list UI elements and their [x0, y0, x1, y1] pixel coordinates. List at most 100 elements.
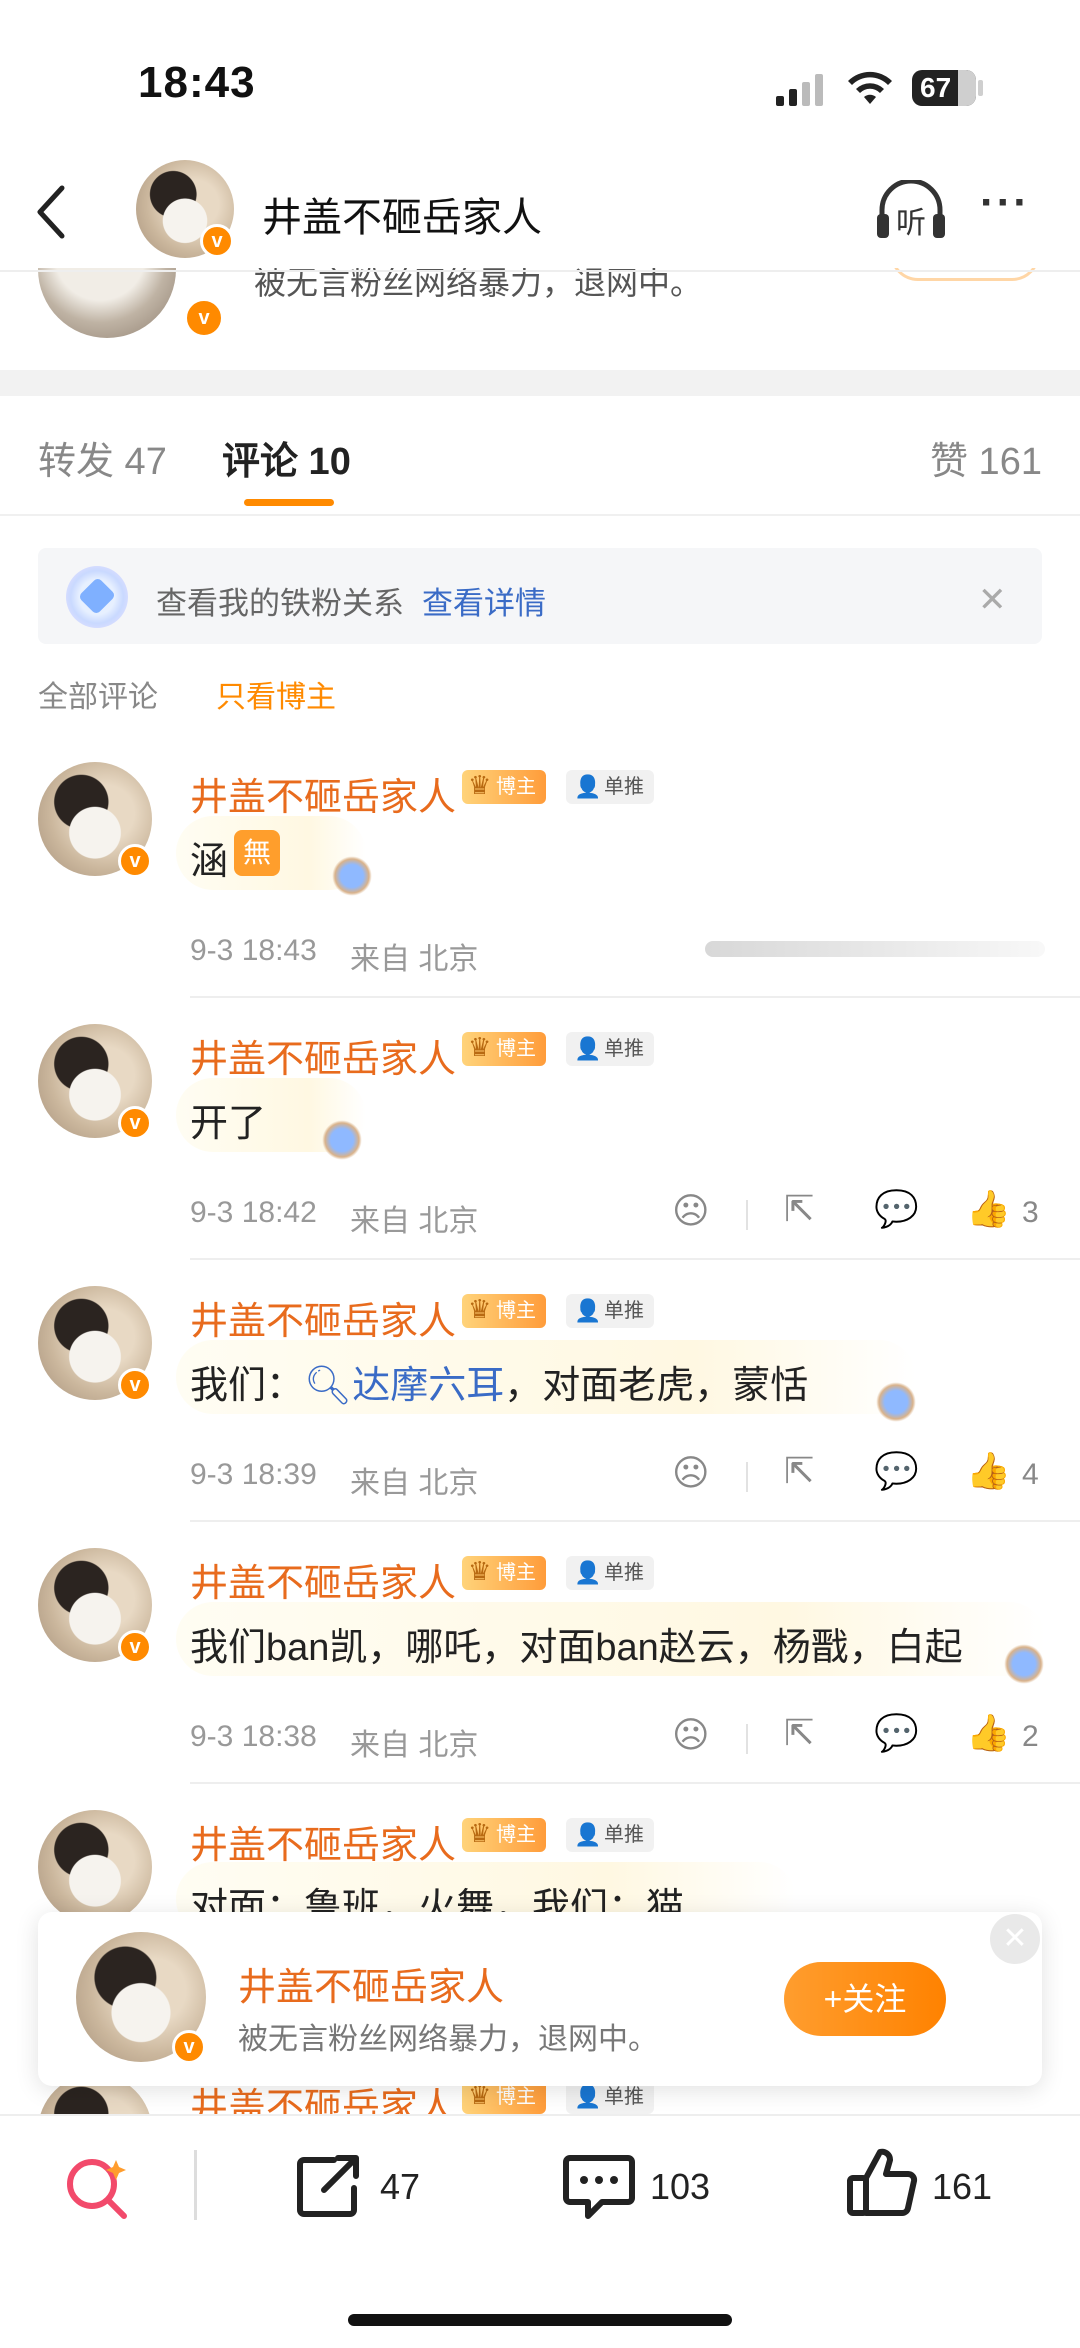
action-divider — [746, 1200, 748, 1230]
comment-count: 103 — [650, 2166, 711, 2207]
single-fan-tag: 单推 — [566, 1556, 654, 1590]
comment-text: 我们ban凯，哪吒，对面ban赵云，杨戬，白起 — [190, 1627, 963, 1669]
popup-author[interactable]: 井盖不砸岳家人 — [238, 1956, 504, 2011]
section-divider — [0, 370, 1080, 396]
sticker-icon — [322, 1120, 362, 1160]
comment-author[interactable]: 井盖不砸岳家人 — [190, 1290, 456, 1345]
comment-author[interactable]: 井盖不砸岳家人 — [190, 1814, 456, 1869]
comment-time: 9-3 18:43 — [190, 934, 317, 967]
comment-suffix: ，对面老虎，蒙恬 — [504, 1365, 809, 1407]
comment-text: 涵 — [190, 841, 229, 883]
like-icon[interactable] — [846, 2146, 918, 2220]
blogger-badge: 博主 — [462, 768, 546, 804]
like-icon[interactable]: 👍 — [966, 1188, 1011, 1230]
wifi-icon — [846, 70, 894, 108]
comment-avatar[interactable] — [38, 1810, 152, 1924]
tab-likes[interactable]: 赞 161 — [930, 430, 1042, 485]
blogger-badge: 博主 — [462, 1816, 546, 1852]
verified-badge-icon: v — [118, 1106, 152, 1140]
single-fan-tag: 单推 — [566, 770, 654, 804]
comment-location: 来自 北京 — [350, 943, 479, 976]
comment-author[interactable]: 井盖不砸岳家人 — [190, 1028, 456, 1083]
bottom-divider — [194, 2150, 197, 2220]
topic-link[interactable]: 达摩六耳 — [352, 1365, 504, 1407]
comment-author[interactable]: 井盖不砸岳家人 — [190, 1552, 456, 1607]
comment-location: 来自 北京 — [350, 1729, 479, 1762]
sticker-icon — [876, 1382, 916, 1422]
blogger-badge: 博主 — [462, 1030, 546, 1066]
verified-badge-icon: v — [172, 2030, 206, 2064]
single-fan-tag: 单推 — [566, 1294, 654, 1328]
dislike-icon[interactable]: ☹ — [672, 1714, 710, 1756]
like-icon[interactable]: 👍 — [966, 1450, 1011, 1492]
repost-count: 47 — [380, 2166, 421, 2207]
like-icon[interactable]: 👍 — [966, 1712, 1011, 1754]
share-icon[interactable]: ⇱ — [784, 1188, 814, 1230]
emoji-icon: 無 — [234, 830, 280, 876]
blogger-badge: 博主 — [462, 1292, 546, 1328]
tab-reposts[interactable]: 转发 47 — [38, 430, 167, 485]
popup-bio: 被无言粉丝网络暴力，退网中。 — [238, 2023, 658, 2056]
sticker-icon — [332, 856, 372, 896]
verified-badge-icon: v — [200, 224, 234, 258]
reply-icon[interactable]: 💬 — [874, 1450, 919, 1492]
filter-author-only[interactable]: 只看博主 — [216, 672, 336, 716]
verified-badge-icon: v — [118, 1630, 152, 1664]
follow-button[interactable]: +关注 — [784, 1962, 946, 2036]
verified-badge-icon: v — [118, 844, 152, 878]
back-button[interactable] — [30, 182, 74, 242]
like-count: 161 — [932, 2166, 993, 2207]
diamond-icon — [66, 566, 128, 628]
single-fan-tag: 单推 — [566, 1818, 654, 1852]
comment-time: 9-3 18:38 — [190, 1720, 317, 1753]
battery-tip — [978, 80, 983, 96]
blogger-badge: 博主 — [462, 1554, 546, 1590]
single-fan-tag: 单推 — [566, 1032, 654, 1066]
action-divider — [746, 1724, 748, 1754]
like-count: 2 — [1022, 1720, 1039, 1753]
dislike-icon[interactable]: ☹ — [672, 1190, 710, 1232]
comment-location: 来自 北京 — [350, 1467, 479, 1500]
comment-divider — [190, 1520, 1080, 1522]
close-icon[interactable]: ✕ — [990, 1914, 1040, 1964]
tabs-divider — [0, 514, 1080, 516]
search-icon[interactable] — [62, 2152, 134, 2224]
share-icon[interactable]: ⇱ — [784, 1450, 814, 1492]
comment-icon[interactable] — [562, 2152, 636, 2222]
comment-text: 我们：🔍︎达摩六耳，对面老虎，蒙恬 — [190, 1354, 808, 1409]
status-time: 18:43 — [138, 58, 256, 107]
verified-badge-icon: v — [118, 1368, 152, 1402]
comment-prefix: 我们： — [190, 1365, 305, 1407]
reply-icon[interactable]: 💬 — [874, 1188, 919, 1230]
comment-location: 来自 北京 — [350, 1205, 479, 1238]
like-count: 3 — [1022, 1196, 1039, 1229]
listen-label: 听 — [896, 207, 926, 240]
fan-details-link[interactable]: 查看详情 — [422, 578, 546, 623]
reply-icon[interactable]: 💬 — [874, 1712, 919, 1754]
filter-all-comments[interactable]: 全部评论 — [38, 672, 158, 716]
dislike-icon[interactable]: ☹ — [672, 1452, 710, 1494]
comment-time: 9-3 18:39 — [190, 1458, 317, 1491]
comment-divider — [190, 1258, 1080, 1260]
cellular-signal-icon — [774, 72, 826, 108]
header-divider — [0, 270, 1080, 272]
close-icon[interactable]: ✕ — [978, 580, 1007, 620]
bottom-action-bar — [0, 2114, 1080, 2348]
sticker-icon — [1004, 1644, 1044, 1684]
more-button[interactable]: ··· — [980, 178, 1030, 228]
search-icon: 🔍︎ — [304, 1365, 353, 1407]
share-icon[interactable]: ⇱ — [784, 1712, 814, 1754]
comment-divider — [190, 1782, 1080, 1784]
home-indicator[interactable] — [348, 2314, 732, 2326]
listen-button[interactable]: 听 — [874, 178, 948, 242]
comment-time: 9-3 18:42 — [190, 1196, 317, 1229]
loading-placeholder — [705, 941, 1045, 957]
tab-comments[interactable]: 评论 10 — [222, 430, 351, 485]
page-title: 井盖不砸岳家人 — [262, 196, 542, 240]
comment-author[interactable]: 井盖不砸岳家人 — [190, 766, 456, 821]
comment-text: 开了 — [190, 1103, 267, 1145]
verified-badge-icon: v — [184, 298, 224, 338]
repost-icon[interactable] — [294, 2152, 364, 2222]
comment-divider — [190, 996, 1080, 998]
action-divider — [746, 1462, 748, 1492]
